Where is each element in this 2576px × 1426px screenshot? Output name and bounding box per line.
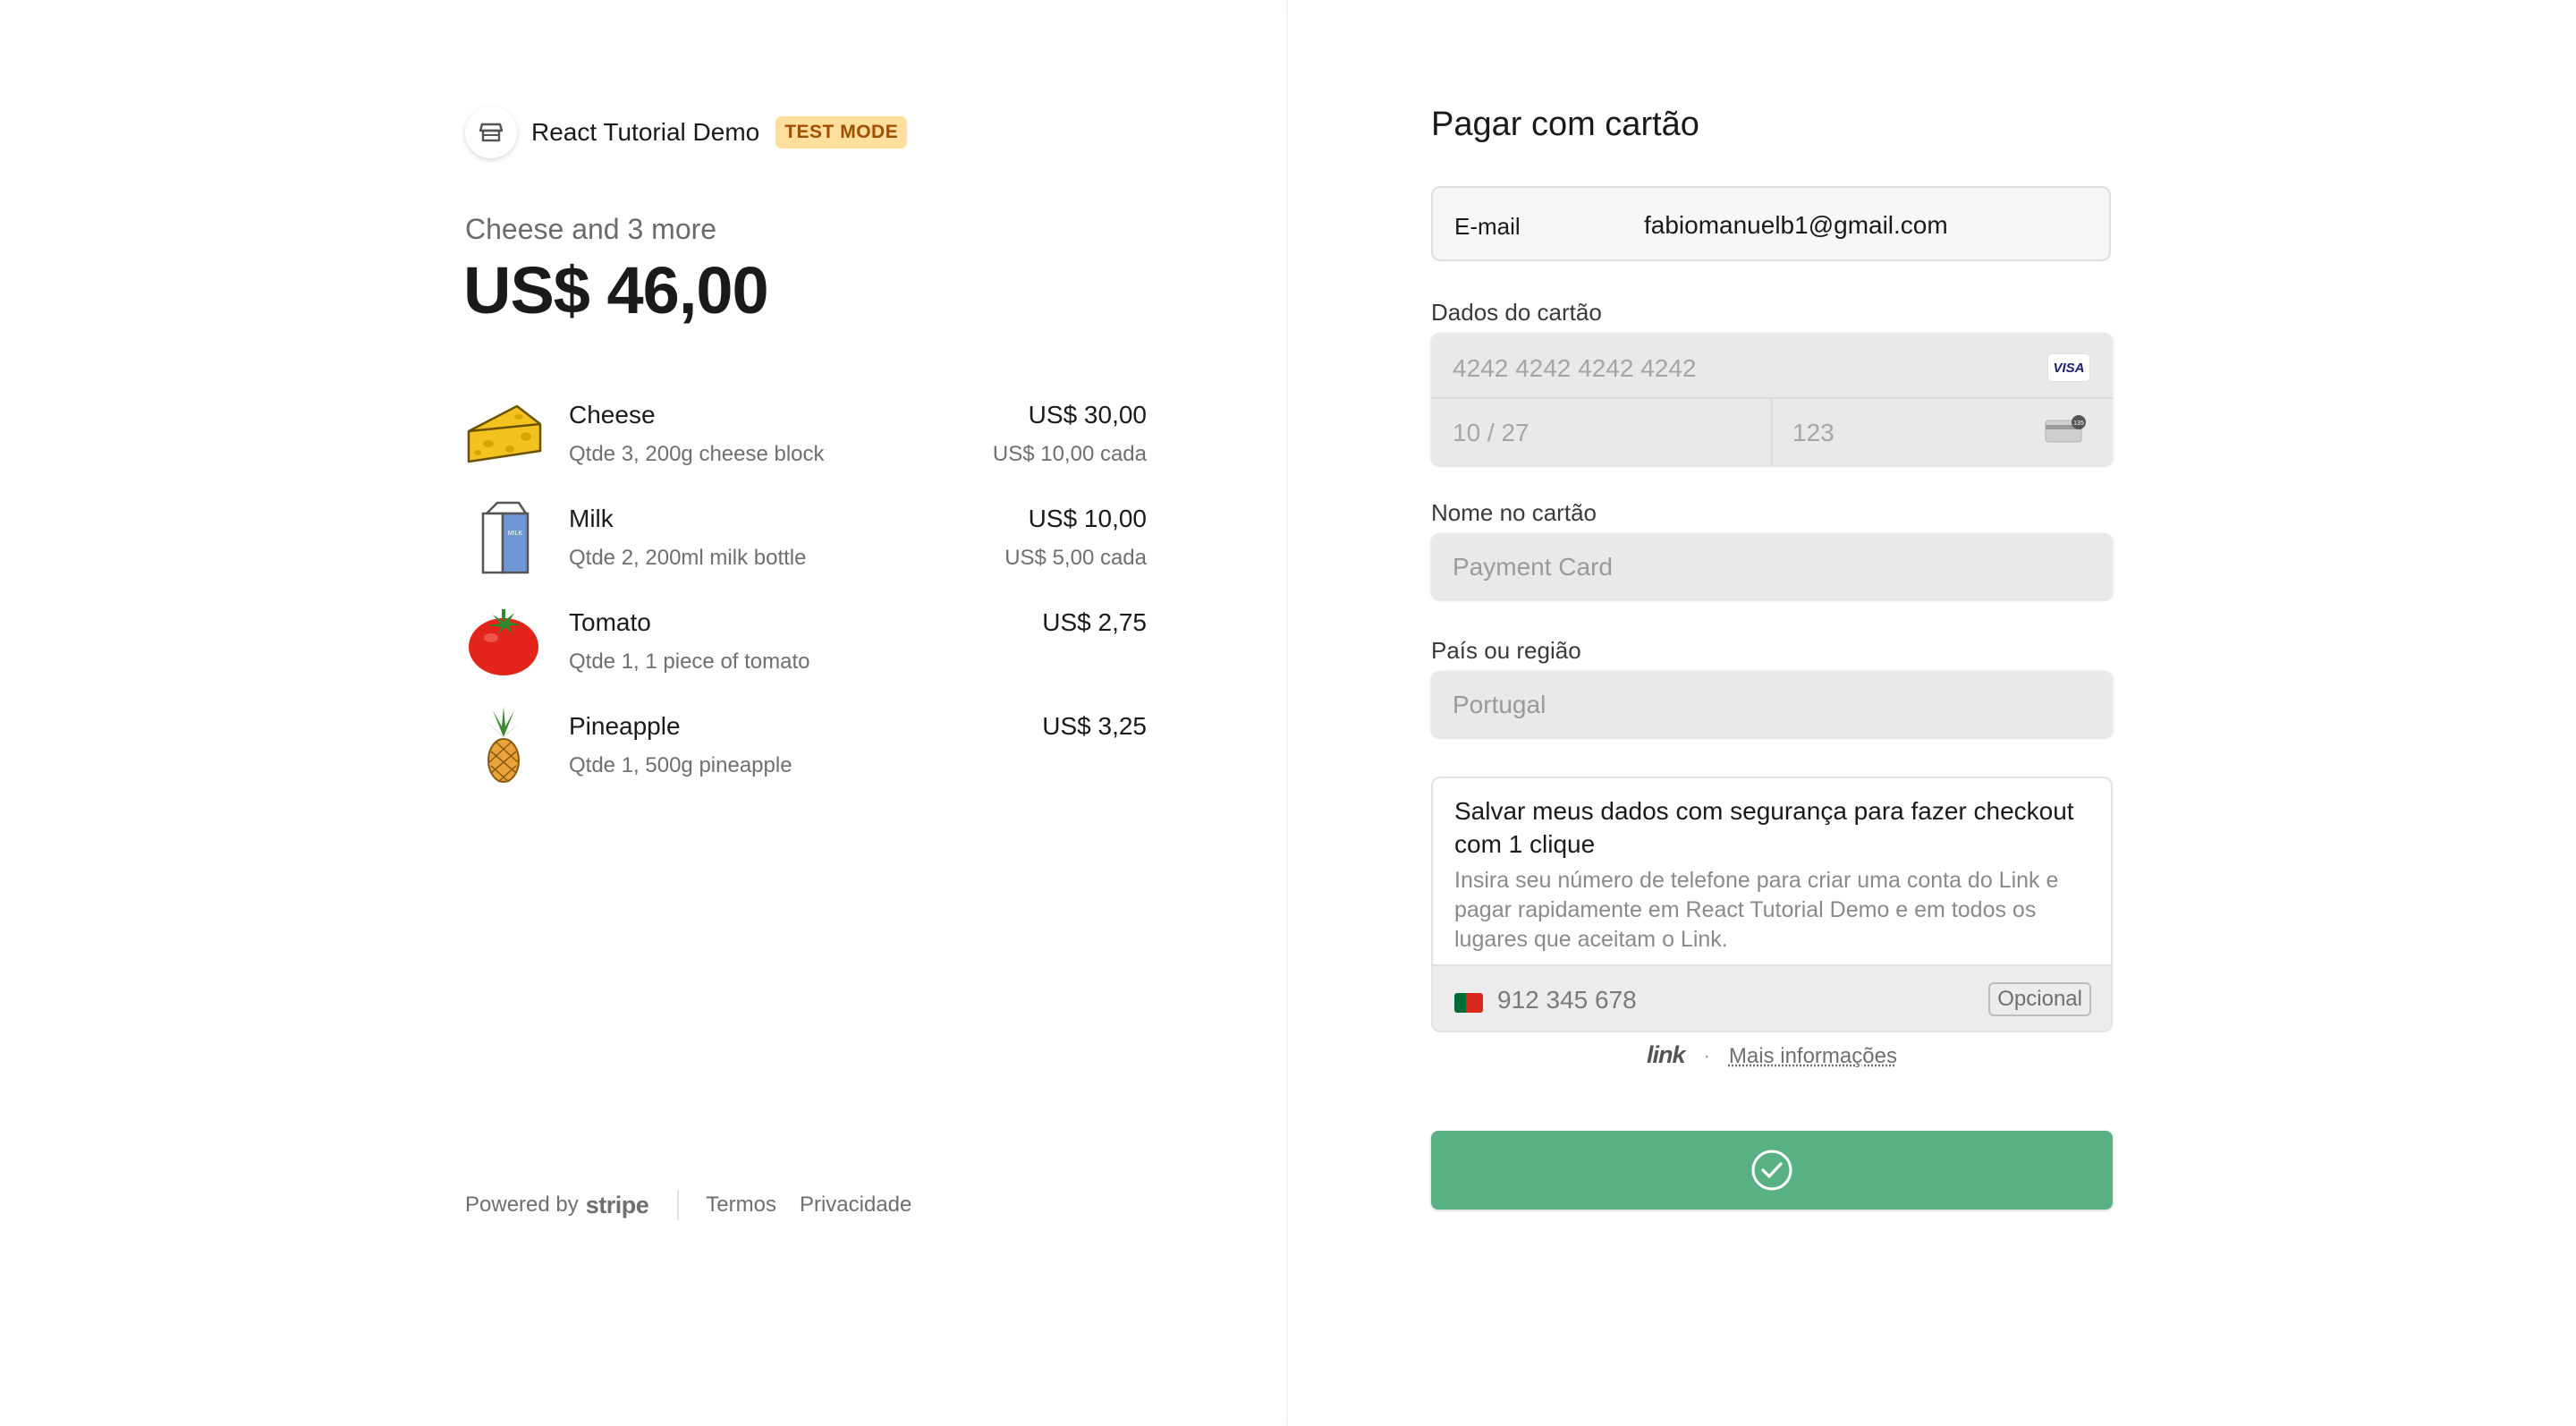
country-value: Portugal: [1453, 691, 1546, 718]
portugal-flag-icon: [1454, 993, 1483, 1013]
svg-text:MILK: MILK: [508, 531, 523, 537]
line-items-list: Cheese Qtde 3, 200g cheese block US$ 30,…: [465, 395, 1147, 811]
item-name: Milk: [569, 505, 614, 532]
item-unit-price: US$ 5,00 cada: [1004, 546, 1147, 570]
footer-divider: [677, 1190, 680, 1220]
item-description: Qtde 3, 200g cheese block: [569, 442, 825, 466]
more-info-link[interactable]: Mais informações: [1729, 1044, 1897, 1068]
link-logo: link: [1647, 1041, 1686, 1068]
separator-dot: ·: [1703, 1044, 1711, 1068]
visa-icon: VISA: [2048, 354, 2089, 381]
svg-text:135: 135: [2073, 420, 2084, 427]
terms-link[interactable]: Termos: [706, 1193, 776, 1218]
card-details-field: 4242 4242 4242 4242 VISA 10 / 27 123 135: [1431, 333, 2113, 465]
link-footer: link · Mais informações: [1431, 1041, 2113, 1069]
country-select[interactable]: Portugal: [1431, 671, 2113, 737]
stripe-logo[interactable]: stripe: [586, 1192, 649, 1219]
phone-field[interactable]: 912 345 678 Opcional: [1433, 964, 2111, 1031]
test-mode-badge: TEST MODE: [775, 116, 908, 149]
card-cvc-input[interactable]: 123: [1792, 419, 1835, 447]
footer: Powered by stripe Termos Privacidade: [465, 1190, 935, 1220]
pineapple-image: [465, 707, 542, 784]
cvc-icon: 135: [2045, 415, 2086, 443]
phone-placeholder: 912 345 678: [1497, 986, 1637, 1014]
payment-panel: Pagar com cartão E-mail fabiomanuelb1@gm…: [1288, 0, 2576, 1426]
summary-label: Cheese and 3 more: [465, 213, 717, 245]
item-name: Cheese: [569, 401, 656, 429]
email-field[interactable]: E-mail fabiomanuelb1@gmail.com: [1431, 186, 2111, 261]
item-name: Tomato: [569, 608, 651, 636]
item-name: Pineapple: [569, 712, 681, 740]
card-expiry-input[interactable]: 10 / 27: [1453, 419, 1530, 447]
line-item-cheese: Cheese Qtde 3, 200g cheese block US$ 30,…: [465, 395, 1147, 499]
link-save-box: Salvar meus dados com segurança para faz…: [1431, 777, 2113, 1032]
cardholder-name-label: Nome no cartão: [1431, 499, 1597, 526]
cardholder-name-field[interactable]: Payment Card: [1431, 533, 2113, 599]
line-item-tomato: Tomato Qtde 1, 1 piece of tomato US$ 2,7…: [465, 603, 1147, 707]
pay-button[interactable]: [1431, 1131, 2113, 1210]
merchant-name: React Tutorial Demo: [531, 118, 760, 146]
item-unit-price: US$ 10,00 cada: [992, 442, 1147, 466]
item-price: US$ 30,00: [1028, 401, 1147, 429]
item-description: Qtde 2, 200ml milk bottle: [569, 546, 807, 570]
powered-by-label: Powered by: [465, 1193, 579, 1217]
item-description: Qtde 1, 1 piece of tomato: [569, 649, 810, 674]
total-amount: US$ 46,00: [463, 253, 769, 327]
item-description: Qtde 1, 500g pineapple: [569, 753, 792, 777]
line-item-milk: MILK Milk Qtde 2, 200ml milk bottle US$ …: [465, 499, 1147, 603]
optional-badge: Opcional: [1988, 982, 2091, 1016]
card-details-label: Dados do cartão: [1431, 299, 1602, 326]
storefront-icon: [465, 106, 517, 158]
link-save-title: Salvar meus dados com segurança para faz…: [1454, 797, 2074, 858]
card-number-input[interactable]: 4242 4242 4242 4242: [1453, 354, 1697, 383]
country-label: País ou região: [1431, 637, 1581, 664]
line-item-pineapple: Pineapple Qtde 1, 500g pineapple US$ 3,2…: [465, 707, 1147, 811]
item-price: US$ 2,75: [1042, 608, 1147, 636]
milk-image: MILK: [465, 499, 542, 576]
item-price: US$ 10,00: [1028, 505, 1147, 532]
cardholder-name-placeholder: Payment Card: [1453, 553, 1613, 581]
check-circle-icon: [1751, 1150, 1792, 1191]
merchant-header: React Tutorial Demo TEST MODE: [465, 106, 908, 159]
payment-title: Pagar com cartão: [1431, 106, 1699, 143]
card-divider: [1771, 399, 1773, 465]
tomato-image: [465, 603, 542, 680]
privacy-link[interactable]: Privacidade: [800, 1193, 911, 1218]
email-value[interactable]: fabiomanuelb1@gmail.com: [1644, 211, 1948, 240]
item-price: US$ 3,25: [1042, 712, 1147, 740]
email-label: E-mail: [1454, 213, 1521, 240]
link-save-description: Insira seu número de telefone para criar…: [1454, 868, 2059, 952]
order-summary-panel: React Tutorial Demo TEST MODE Cheese and…: [0, 0, 1288, 1426]
cheese-image: [465, 395, 542, 472]
